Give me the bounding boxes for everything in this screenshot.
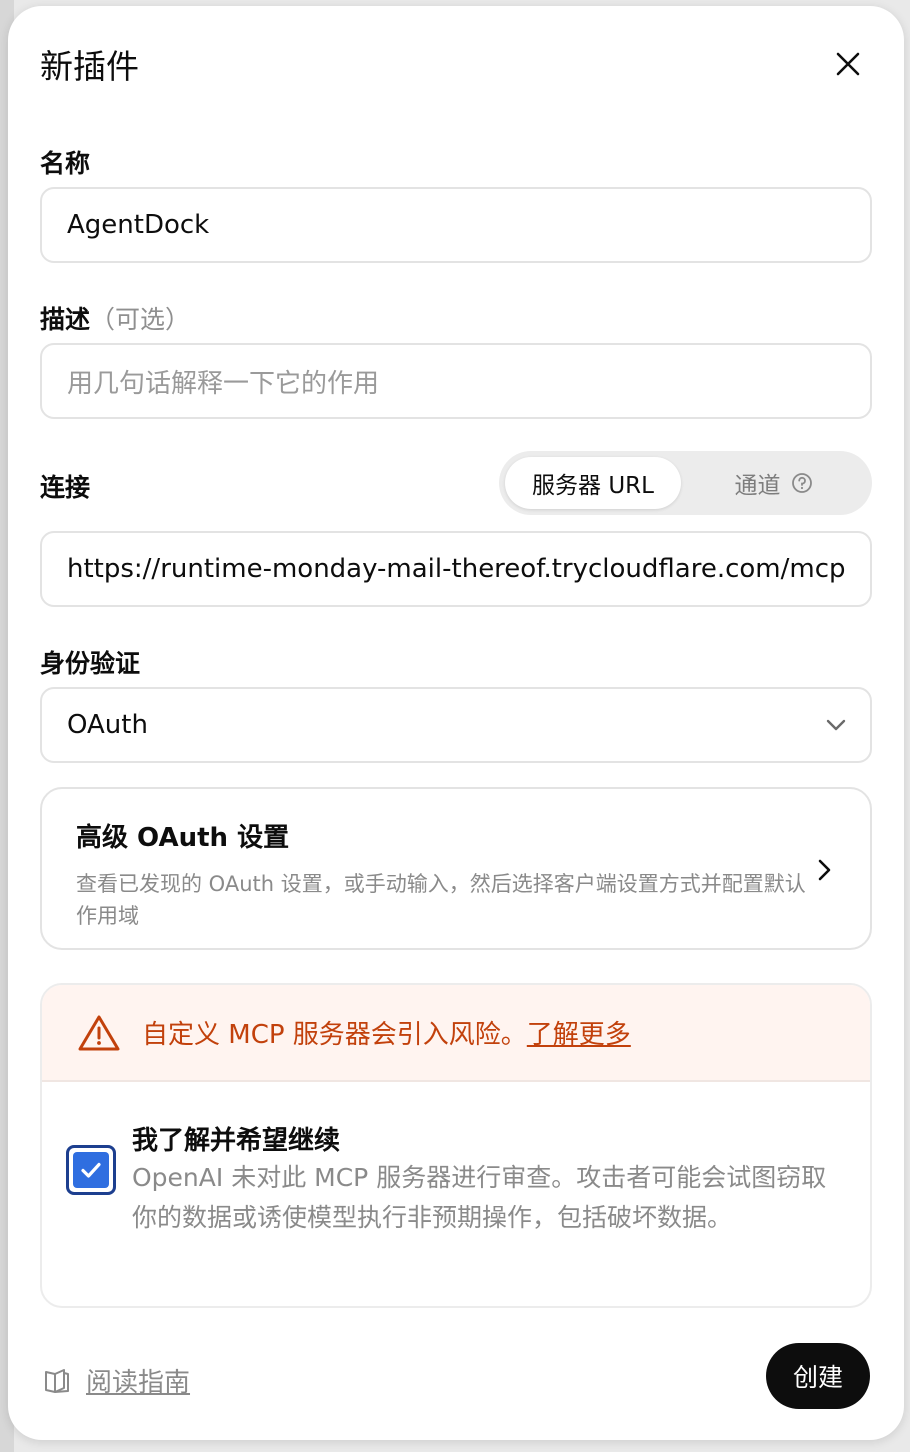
read-guide-link[interactable]: 阅读指南	[42, 1362, 190, 1399]
chevron-down-icon	[826, 719, 846, 731]
learn-more-link[interactable]: 了解更多	[527, 1020, 631, 1050]
dialog-title: 新插件	[40, 47, 139, 86]
create-button[interactable]: 创建	[766, 1343, 870, 1409]
description-label-text: 描述	[40, 305, 91, 334]
read-guide-label: 阅读指南	[86, 1368, 191, 1398]
checkmark-icon	[81, 1162, 101, 1178]
connection-label: 连接	[40, 473, 91, 502]
consent-section: 我了解并希望继续 OpenAI 未对此 MCP 服务器进行审查。攻击者可能会试图…	[42, 1082, 870, 1306]
toggle-tunnel-label: 通道	[734, 473, 781, 499]
close-button[interactable]	[828, 44, 868, 84]
risk-warning-text: 自定义 MCP 服务器会引入风险。	[142, 1020, 527, 1050]
consent-title: 我了解并希望继续	[132, 1126, 341, 1156]
auth-label: 身份验证	[40, 649, 141, 678]
auth-select[interactable]: OAuth	[40, 687, 872, 763]
risk-warning-banner: 自定义 MCP 服务器会引入风险。了解更多	[42, 985, 870, 1082]
name-label: 名称	[40, 149, 91, 178]
chevron-right-icon	[818, 859, 831, 881]
server-url-input[interactable]: https://runtime-monday-mail-thereof.tryc…	[40, 531, 872, 607]
advanced-oauth-settings[interactable]: 高级 OAuth 设置 查看已发现的 OAuth 设置，或手动输入，然后选择客户…	[40, 787, 872, 950]
server-url-value: https://runtime-monday-mail-thereof.tryc…	[67, 554, 846, 584]
checkbox-checked-state	[73, 1152, 109, 1188]
help-circle-icon	[791, 473, 812, 493]
advanced-oauth-title: 高级 OAuth 设置	[76, 823, 290, 853]
warning-triangle-icon	[78, 1015, 120, 1050]
new-plugin-dialog: 新插件 名称 AgentDock 描述（可选） 用几句话解释一下它的作用 连接 …	[8, 6, 904, 1440]
connection-type-toggle: 服务器 URL 通道	[499, 451, 872, 515]
toggle-server-url[interactable]: 服务器 URL	[505, 457, 681, 509]
description-label: 描述（可选）	[40, 300, 190, 336]
name-value: AgentDock	[67, 210, 210, 240]
close-icon	[836, 52, 860, 76]
risk-warning-box: 自定义 MCP 服务器会引入风险。了解更多 我了解并希望继续 OpenAI 未对…	[40, 983, 872, 1308]
auth-selected-value: OAuth	[67, 710, 148, 740]
description-placeholder: 用几句话解释一下它的作用	[67, 368, 380, 399]
consent-description: OpenAI 未对此 MCP 服务器进行审查。攻击者可能会试图窃取你的数据或诱使…	[132, 1163, 827, 1232]
consent-checkbox[interactable]	[66, 1145, 116, 1195]
book-icon	[45, 1368, 69, 1393]
toggle-tunnel[interactable]: 通道	[681, 457, 866, 509]
description-input[interactable]: 用几句话解释一下它的作用	[40, 343, 872, 419]
advanced-oauth-description: 查看已发现的 OAuth 设置，或手动输入，然后选择客户端设置方式并配置默认作用…	[76, 872, 806, 928]
optional-hint: （可选）	[90, 305, 191, 334]
name-input[interactable]: AgentDock	[40, 187, 872, 263]
